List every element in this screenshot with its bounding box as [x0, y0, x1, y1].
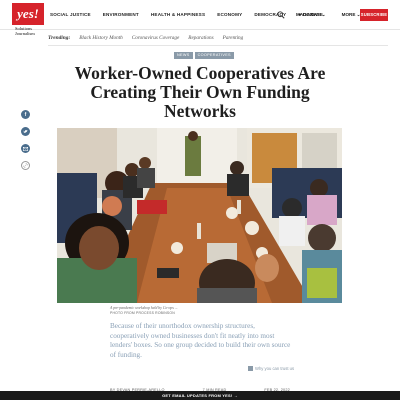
- trending-bar: Trending: Black History Month Coronaviru…: [48, 32, 388, 43]
- logo-tagline: Solutions Journalism: [15, 26, 35, 36]
- nav-environment[interactable]: ENVIRONMENT: [103, 12, 139, 17]
- link-icon[interactable]: [21, 161, 30, 170]
- email-updates-bar[interactable]: GET EMAIL UPDATES FROM YES! →: [0, 391, 400, 400]
- photo-credit: PHOTO FROM PROCESS ROBINSON: [110, 311, 175, 315]
- search-icon[interactable]: [277, 11, 285, 19]
- article-photo: [57, 128, 342, 303]
- trust-link[interactable]: Why you can trust us: [248, 366, 294, 371]
- email-icon[interactable]: [21, 144, 30, 153]
- share-column: f: [21, 110, 31, 178]
- trust-label: Why you can trust us: [255, 366, 295, 371]
- tag-news[interactable]: NEWS: [174, 52, 193, 59]
- nav-economy[interactable]: ECONOMY: [217, 12, 242, 17]
- article-tags: NEWS COOPERATIVES: [174, 52, 234, 59]
- trending-item[interactable]: Black History Month: [79, 35, 123, 41]
- nav-social-justice[interactable]: SOCIAL JUSTICE: [50, 12, 91, 17]
- secondary-nav: MAGAZINE ⌄ MORE ⌄: [296, 12, 361, 18]
- nav-magazine[interactable]: MAGAZINE ⌄: [296, 12, 326, 18]
- article-dek: Because of their unorthodox ownership st…: [110, 322, 291, 359]
- tag-cooperatives[interactable]: COOPERATIVES: [194, 52, 234, 59]
- trending-label: Trending:: [48, 34, 71, 41]
- meeting-photo: [57, 128, 342, 303]
- site-header: yes! Solutions Journalism SOCIAL JUSTICE…: [0, 0, 400, 36]
- trending-item[interactable]: Coronavirus Coverage: [132, 35, 180, 41]
- yes-logo[interactable]: yes!: [12, 3, 44, 25]
- twitter-icon[interactable]: [21, 127, 30, 136]
- trending-item[interactable]: Parenting: [223, 35, 244, 41]
- facebook-icon[interactable]: f: [21, 110, 30, 119]
- divider: [48, 45, 388, 46]
- subscribe-button[interactable]: SUBSCRIBE: [360, 9, 388, 21]
- nav-more[interactable]: MORE ⌄: [342, 12, 361, 18]
- info-icon: [248, 366, 253, 371]
- photo-caption: A pre-pandemic workshop held by Co-ops .…: [110, 306, 178, 310]
- nav-health-happiness[interactable]: HEALTH & HAPPINESS: [151, 12, 205, 17]
- article-title: Worker-Owned Cooperatives Are Creating T…: [74, 63, 326, 121]
- trending-item[interactable]: Reparations: [188, 35, 213, 41]
